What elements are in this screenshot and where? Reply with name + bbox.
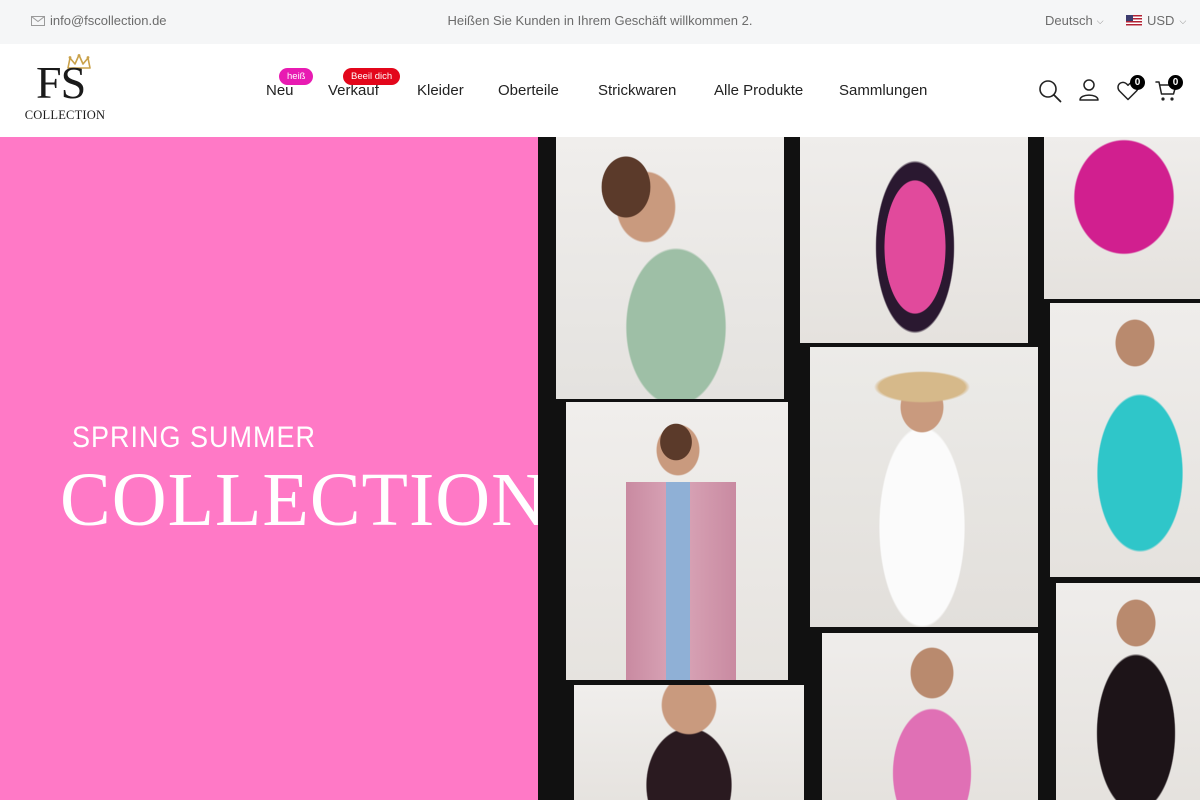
model-photo (1050, 303, 1200, 577)
currency-selector[interactable]: USD ⌵ (1126, 13, 1186, 28)
nav-label: Sammlungen (839, 82, 928, 99)
nav-label: Alle Produkte (714, 82, 804, 99)
logo-wordmark: COLLECTION (24, 108, 106, 122)
account-icon[interactable] (1079, 79, 1099, 101)
hero-photo-collage (538, 137, 1200, 800)
email-link[interactable]: info@fscollection.de (31, 13, 167, 28)
nav-item-strickwaren[interactable]: Strickwaren (598, 82, 676, 99)
model-photo (574, 685, 804, 800)
logo-monogram: FS (36, 57, 86, 108)
mail-icon (31, 15, 45, 26)
us-flag-icon (1126, 15, 1142, 26)
cart-count: 0 (1168, 75, 1183, 90)
hot-badge: heiß (279, 68, 314, 85)
hero-title: COLLECTION (60, 458, 548, 542)
site-header: FS COLLECTION Neu heiß Verkauf Beeil dic… (0, 44, 1200, 137)
model-photo (810, 347, 1038, 627)
model-photo (800, 137, 1028, 343)
model-photo (1056, 583, 1200, 800)
nav-label: Strickwaren (598, 82, 677, 99)
nav-item-alle-produkte[interactable]: Alle Produkte (714, 82, 803, 99)
language-label: Deutsch (1045, 13, 1093, 28)
chevron-down-icon: ⌵ (1179, 16, 1187, 26)
nav-label: Oberteile (498, 82, 559, 99)
sale-badge: Beeil dich (343, 68, 401, 85)
model-photo (822, 633, 1038, 800)
hero-banner[interactable]: SPRING SUMMER COLLECTION (0, 137, 1200, 800)
model-photo (566, 402, 788, 680)
hero-subtitle: SPRING SUMMER (72, 421, 317, 454)
wishlist-count: 0 (1130, 75, 1145, 90)
nav-item-kleider[interactable]: Kleider (417, 82, 464, 99)
nav-item-oberteile[interactable]: Oberteile (498, 82, 559, 99)
model-photo (556, 137, 784, 399)
brand-logo[interactable]: FS COLLECTION (24, 54, 106, 126)
currency-label: USD (1147, 13, 1175, 28)
top-bar: info@fscollection.de Heißen Sie Kunden i… (0, 0, 1200, 44)
language-selector[interactable]: Deutsch ⌵ (1045, 13, 1104, 28)
chevron-down-icon: ⌵ (1096, 16, 1104, 26)
nav-label: Kleider (417, 82, 464, 99)
welcome-message: Heißen Sie Kunden in Ihrem Geschäft will… (447, 13, 753, 28)
search-icon[interactable] (1038, 79, 1062, 103)
model-photo (1044, 137, 1200, 299)
email-text: info@fscollection.de (50, 13, 167, 28)
nav-item-sammlungen[interactable]: Sammlungen (839, 82, 927, 99)
